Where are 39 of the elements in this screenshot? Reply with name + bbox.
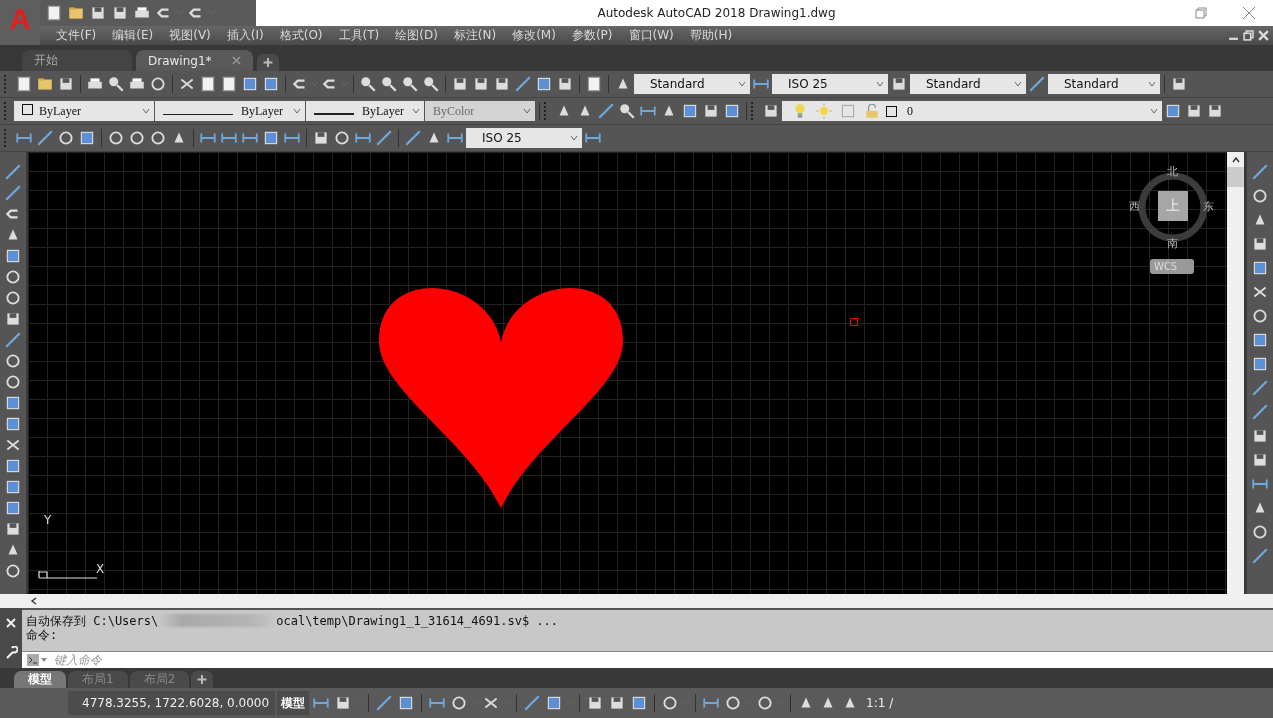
linetype-dropdown[interactable]: ByLayer [155,101,305,121]
coordinates-readout: 4778.3255, 1722.6028, 0.0000 [68,691,276,715]
dimension-style-dropdown[interactable]: ISO 25 [466,128,582,148]
document-tab[interactable]: 开始 [22,50,132,71]
axis-label: Y [44,513,52,527]
menu-item[interactable]: 工具(T) [330,27,388,44]
color-dropdown[interactable]: ByLayer [14,101,154,121]
menu-item[interactable]: 插入(I) [218,27,272,44]
text-style-dropdown[interactable]: Standard [634,74,750,94]
command-line-text: 自动保存到 C:\Users\ [26,614,159,628]
layout-tab[interactable]: 模型 [14,671,66,688]
annotation-scale[interactable]: 1:1 / [866,696,894,710]
drawing-area[interactable]: 北 东 南 西 上 WCS Y X [28,152,1227,594]
menu-item[interactable]: 格式(O) [271,27,331,44]
command-line-text: 命令: [26,628,58,642]
multileader-style-dropdown[interactable]: Standard [1048,74,1160,94]
menu-item[interactable]: 帮助(H) [681,27,741,44]
dimension-style-dropdown[interactable]: ISO 25 [772,74,888,94]
compass-label[interactable]: 东 [1203,199,1214,214]
compass-label[interactable]: 南 [1167,236,1178,251]
layer-dropdown[interactable]: 0 [782,101,1162,121]
menu-item[interactable]: 修改(M) [504,27,564,44]
document-tab[interactable]: Drawing1* [136,50,253,71]
menu-item[interactable]: 参数(P) [563,27,621,44]
axis-label: X [96,562,105,576]
layer-name: 0 [907,103,913,119]
menu-item[interactable]: 视图(V) [161,27,219,44]
model-space-button[interactable]: 模型 [277,691,310,715]
menu-item[interactable]: 编辑(E) [104,27,162,44]
compass-label[interactable]: 西 [1129,199,1140,214]
table-style-dropdown[interactable]: Standard [910,74,1026,94]
menu-item[interactable]: 文件(F) [48,27,105,44]
window-title: Autodesk AutoCAD 2018 Drawing1.dwg [596,6,837,20]
command-line-text: ocal\temp\Drawing1_1_31614_4691.sv$ ... [276,614,558,628]
compass-label[interactable]: 北 [1167,164,1178,179]
menu-item[interactable]: 窗口(W) [620,27,682,44]
menu-item[interactable]: 标注(N) [445,27,505,44]
menu-item[interactable]: 绘图(D) [387,27,446,44]
lineweight-dropdown[interactable]: ByLayer [306,101,424,121]
